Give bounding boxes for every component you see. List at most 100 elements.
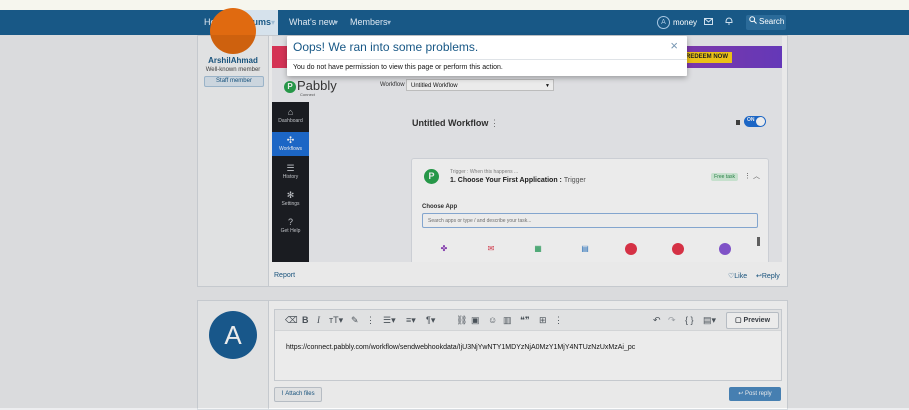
attach-files-button[interactable]: ⌇ Attach files (274, 387, 322, 402)
like-label: Like (734, 273, 748, 280)
more-vertical-icon: ⋮ (490, 118, 499, 128)
nav-members[interactable]: Members (350, 10, 388, 35)
bell-icon[interactable] (725, 16, 735, 30)
flag-icon (736, 120, 740, 125)
pabbly-sidebar-help: ? Get Help (272, 214, 309, 238)
app-icon-calendar: ▦ (534, 244, 542, 253)
pabbly-sidebar-settings: ✻ Settings (272, 187, 309, 211)
preview-label: Preview (743, 317, 771, 324)
sidebar-label: Get Help (280, 228, 301, 234)
preview-button[interactable]: ▢ Preview (726, 312, 779, 329)
message-editor[interactable]: ⌫ B I тT▾ ✎ ⋮ ☰▾ ≡▾ ¶▾ ⛓ ▣ ☺ ▥ ❝❞ ⊞ ⋮ ↶ … (274, 309, 782, 381)
sidebar-label: Settings (281, 201, 300, 207)
error-dialog: Oops! We ran into some problems. × You d… (287, 36, 687, 76)
pabbly-sidebar-workflows: ✣ Workflows (272, 132, 309, 156)
nav-account[interactable]: Amoney (657, 16, 697, 30)
history-icon: ☰ (286, 163, 295, 173)
pabbly-logo-text: Pabbly (297, 78, 337, 93)
card-actions: ⋮ ︿ (744, 171, 760, 181)
staff-badge: Staff member (204, 76, 264, 87)
bold-icon[interactable]: B (302, 313, 309, 327)
workflow-select: Untitled Workflow ▼ (406, 79, 554, 91)
app-icon-api: ▤ (581, 244, 589, 253)
report-link[interactable]: Report (274, 272, 295, 279)
palette-icon[interactable]: ✎ (351, 313, 359, 327)
search-button[interactable]: Search (746, 15, 786, 30)
reply-label: Reply (761, 273, 780, 280)
error-dialog-message: You do not have permission to view this … (293, 64, 503, 71)
top-nav: Home Forums ▾ What's new ▾ Members ▾ Amo… (0, 10, 909, 35)
pabbly-sidebar: ⌂ Dashboard ✣ Workflows ☰ History ✻ Settings… (272, 102, 309, 262)
pabbly-logo-icon: P (284, 80, 296, 93)
trigger-caption: Trigger : When this happens ... (450, 169, 519, 175)
image-icon[interactable]: ▣ (471, 313, 480, 327)
app-search-input: Search apps or type / and describe your … (422, 213, 758, 228)
post-reply-label: Post reply (745, 391, 772, 397)
trigger-suffix: Trigger (563, 177, 586, 184)
font-size-icon[interactable]: тT▾ (329, 313, 343, 327)
inbox-icon[interactable] (704, 16, 714, 30)
close-icon[interactable]: × (670, 38, 678, 53)
free-task-badge: Free task (711, 173, 738, 181)
pabbly-logo-icon: P (424, 169, 439, 184)
list-icon[interactable]: ☰▾ (383, 313, 396, 327)
user-title: Well-known member (205, 67, 261, 73)
post-reply-button[interactable]: ↩ Post reply (729, 387, 781, 401)
workflow-icon: ✣ (286, 135, 295, 145)
sidebar-label: History (282, 174, 299, 180)
trigger-heading-text: 1. Choose Your First Application : (450, 177, 562, 184)
pabbly-logo: P Pabbly (284, 78, 337, 93)
smile-icon[interactable]: ☺ (488, 313, 497, 327)
link-icon[interactable]: ⛓ (456, 313, 467, 327)
app-icon-email: ✉ (487, 244, 495, 253)
scrollbar (757, 237, 760, 246)
nav-inner: Home Forums ▾ What's new ▾ Members ▾ Amo… (197, 10, 787, 35)
nav-username: money (673, 18, 698, 27)
workflow-title: Untitled Workflow (412, 118, 489, 128)
eraser-icon[interactable]: ⌫ (285, 313, 298, 327)
code-icon[interactable]: { } (685, 313, 694, 327)
chevron-down-icon[interactable]: ▾ (387, 10, 391, 35)
workflow-label: Workflow (380, 82, 405, 88)
editor-toolbar: ⌫ B I тT▾ ✎ ⋮ ☰▾ ≡▾ ¶▾ ⛓ ▣ ☺ ▥ ❝❞ ⊞ ⋮ ↶ … (275, 310, 781, 331)
more-vertical-icon[interactable]: ⋮ (366, 313, 375, 327)
user-avatar-icon: A (657, 16, 670, 30)
redo-icon[interactable]: ↷ (668, 313, 676, 327)
paragraph-icon[interactable]: ¶▾ (426, 313, 435, 327)
more-vertical-icon[interactable]: ⋮ (554, 313, 563, 327)
search-icon (749, 16, 757, 26)
sidebar-label: Dashboard (278, 118, 303, 124)
reply-button[interactable]: ↩Reply (756, 272, 780, 280)
italic-icon[interactable]: I (317, 313, 320, 327)
pabbly-sidebar-history: ☰ History (272, 160, 309, 184)
align-icon[interactable]: ≡▾ (406, 313, 416, 327)
app-icon-webhook: ✤ (440, 244, 448, 253)
nav-whats-new[interactable]: What's new (289, 10, 335, 35)
post-username[interactable]: ArshilAhmad (198, 56, 268, 65)
reply-userbox: A (198, 301, 269, 409)
toggle-label: ON (747, 117, 755, 123)
reply-icon: ↩ (738, 391, 744, 397)
preview-icon: ▢ (734, 317, 742, 324)
gear-icon: ✻ (286, 190, 295, 200)
avatar[interactable]: A (209, 311, 257, 359)
avatar[interactable] (210, 8, 256, 54)
toggle-knob (756, 117, 765, 126)
quote-icon[interactable]: ❝❞ (520, 313, 530, 327)
chevron-down-icon[interactable]: ▾ (334, 10, 338, 35)
top-strip (0, 0, 909, 10)
app-icon-red-circle (672, 243, 684, 255)
workflow-select-value: Untitled Workflow (411, 83, 458, 89)
pabbly-sidebar-dashboard: ⌂ Dashboard (272, 104, 309, 128)
like-button[interactable]: ♡Like (728, 272, 747, 280)
undo-icon[interactable]: ↶ (653, 313, 661, 327)
table-icon[interactable]: ⊞ (539, 313, 547, 327)
drafts-icon[interactable]: ▤▾ (703, 313, 716, 327)
search-label: Search (759, 17, 785, 26)
error-dialog-title: Oops! We ran into some problems. (293, 40, 479, 54)
paperclip-icon: ⌇ (281, 391, 284, 397)
chevron-down-icon[interactable]: ▾ (271, 10, 275, 35)
choose-app-label: Choose App (422, 204, 458, 210)
media-icon[interactable]: ▥ (503, 313, 512, 327)
editor-content[interactable]: https://connect.pabbly.com/workflow/send… (286, 344, 635, 351)
